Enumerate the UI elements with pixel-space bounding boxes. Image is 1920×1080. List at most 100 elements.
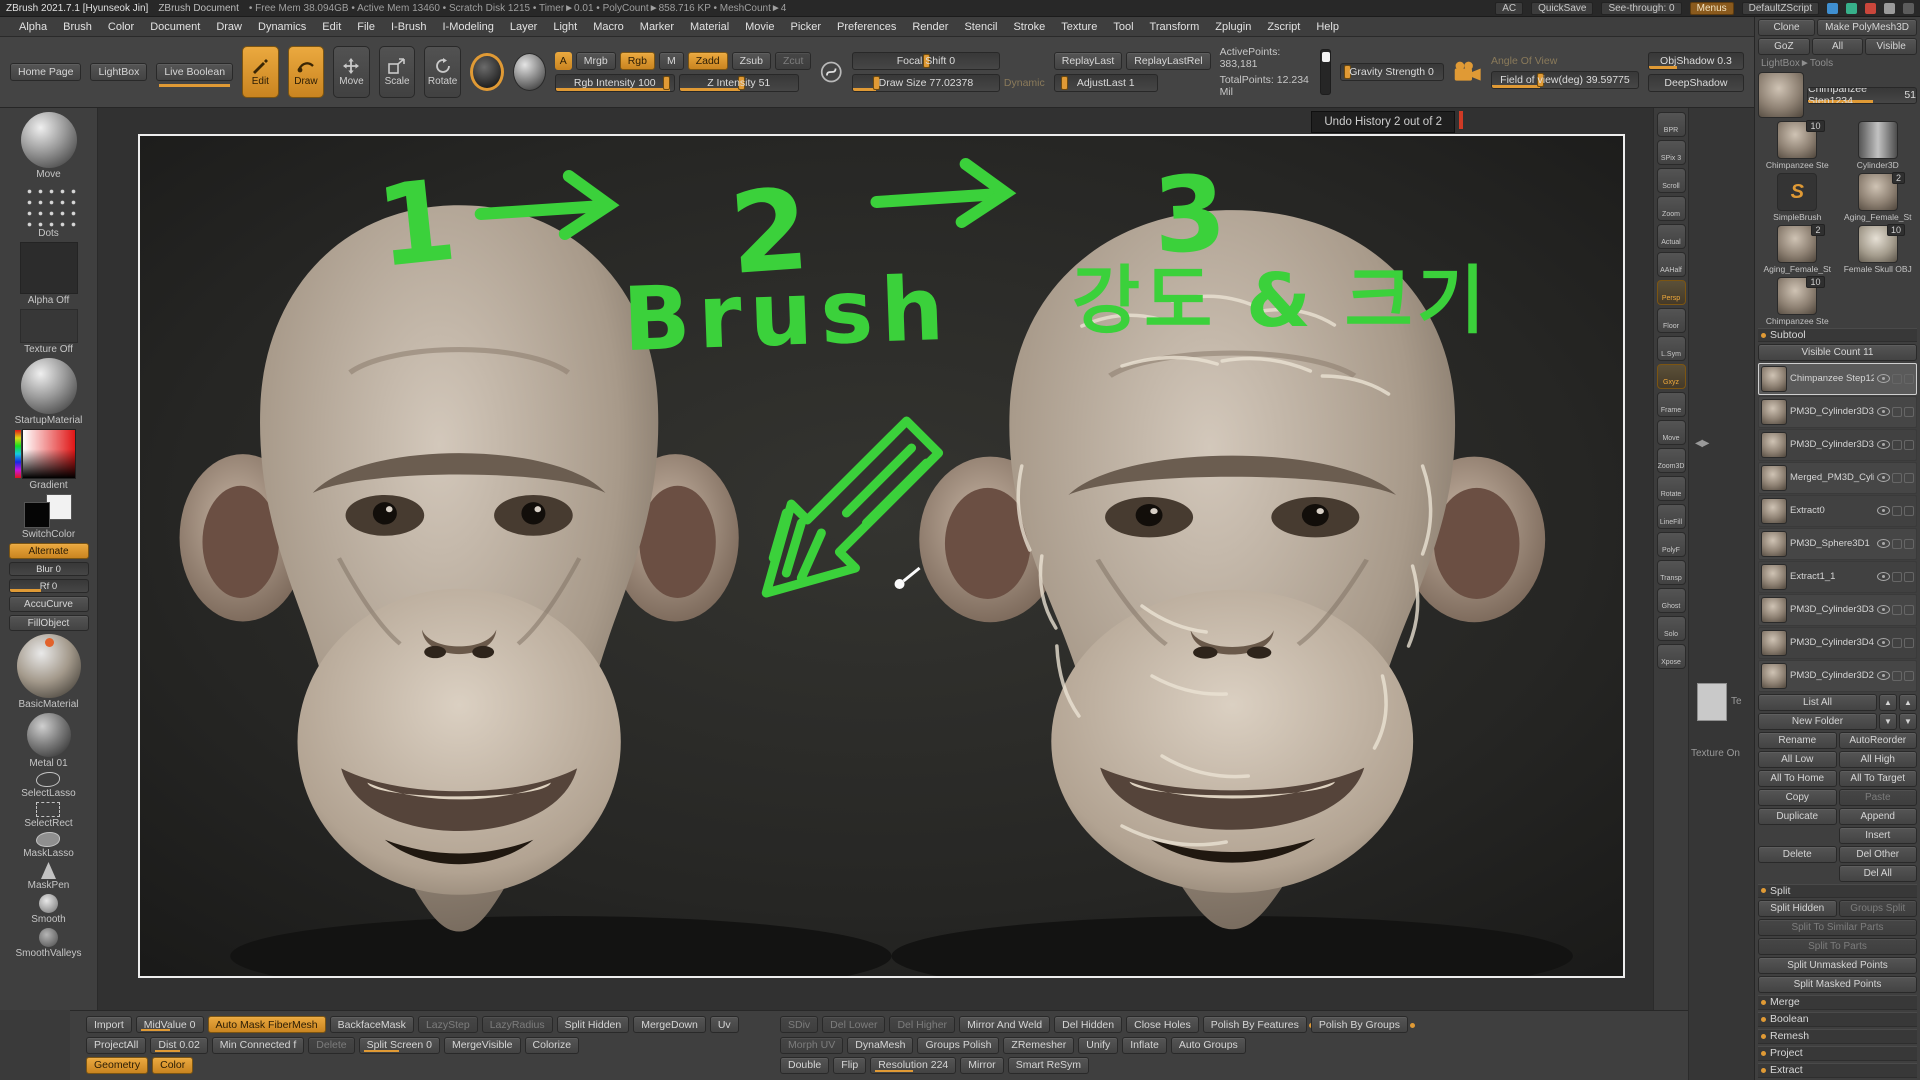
sculpt-icon[interactable] [1904,572,1914,582]
menu-item[interactable]: Draw [209,21,249,33]
right-shelf-button[interactable]: SPix 3 [1657,140,1686,165]
right-shelf-button[interactable]: Move [1657,420,1686,445]
make-polymesh3d-button[interactable]: Make PolyMesh3D [1817,19,1917,36]
menu-item[interactable]: Dynamics [251,21,313,33]
right-shelf-button[interactable]: Zoom [1657,196,1686,221]
subtool-row[interactable]: Chimpanzee Step1234 [1758,363,1917,395]
list-all-button[interactable]: List All [1758,694,1877,711]
subtool-row[interactable]: Merged_PM3D_Cylinder3D5 [1758,462,1917,494]
sculpt-icon[interactable] [1904,638,1914,648]
select-lasso-tool[interactable]: SelectLasso [21,772,75,799]
default-zscript-button[interactable]: DefaultZScript [1742,2,1819,15]
tray-button[interactable]: Smart ReSym [1008,1057,1089,1074]
z-intensity-slider[interactable]: Z Intensity 51 [679,74,799,92]
paint-icon[interactable] [1892,440,1902,450]
right-shelf-button[interactable]: Gxyz [1657,364,1686,389]
texture-thumbnail[interactable]: Texture Off [20,309,78,355]
menu-item[interactable]: Zplugin [1208,21,1258,33]
subpalette-tab[interactable]: Color [152,1057,193,1074]
subtool-down-bottom-button[interactable]: ▼ [1899,713,1917,730]
goz-visible-button[interactable]: Visible [1865,38,1917,55]
deep-shadow-slider[interactable]: DeepShadow [1648,74,1744,92]
sculpt-icon[interactable] [1904,506,1914,516]
smooth-valleys-tool[interactable]: SmoothValleys [16,928,82,959]
paint-icon[interactable] [1892,671,1902,681]
tray-button[interactable]: ProjectAll [86,1037,146,1054]
m-button[interactable]: M [659,52,684,70]
rgb-button[interactable]: Rgb [620,52,655,70]
floating-texture-thumb[interactable] [1697,683,1727,721]
mrgb-button[interactable]: Mrgb [576,52,616,70]
subtool-row[interactable]: PM3D_Cylinder3D2 [1758,660,1917,692]
tray-button[interactable]: Flip [833,1057,866,1074]
paint-icon[interactable] [1892,374,1902,384]
subtool-row[interactable]: PM3D_Cylinder3D3_2 [1758,429,1917,461]
eye-icon[interactable] [1877,506,1890,515]
tray-button[interactable]: Split Screen 0 [359,1037,440,1054]
right-shelf-button[interactable]: Xpose [1657,644,1686,669]
recent-tool-item[interactable]: 2 Aging_Female_St [1839,172,1918,222]
zcut-button[interactable]: Zcut [775,52,811,70]
tray-button[interactable]: Del Hidden [1054,1016,1122,1033]
accucurve-button[interactable]: AccuCurve [9,596,89,612]
window-icon[interactable] [1903,3,1914,14]
metal-material-thumbnail[interactable]: Metal 01 [27,713,71,769]
move-tool-thumbnail[interactable]: Move [21,112,77,180]
menu-item[interactable]: Tool [1106,21,1140,33]
tray-button[interactable]: Auto Groups [1171,1037,1246,1054]
tray-button[interactable]: Resolution 224 [870,1057,956,1074]
tray-button[interactable]: Close Holes [1126,1016,1199,1033]
menu-item[interactable]: Picker [783,21,828,33]
tray-button[interactable]: Morph UV [780,1037,843,1054]
document-canvas[interactable]: 1 2 3 Brush 강도 & 크기 [138,134,1625,978]
subtool-action-button[interactable]: Del All [1839,865,1918,882]
rgb-intensity-slider[interactable]: Rgb Intensity 100 [555,74,675,92]
basic-material-thumbnail[interactable]: BasicMaterial [17,634,81,710]
menu-item[interactable]: Alpha [12,21,54,33]
right-shelf-button[interactable]: Floor [1657,308,1686,333]
tray-button[interactable]: Import [86,1016,132,1033]
eye-icon[interactable] [1877,374,1890,383]
subtool-action-button[interactable]: Paste [1839,789,1918,806]
grid-icon[interactable] [1884,3,1895,14]
paint-icon[interactable] [1892,506,1902,516]
visible-count-button[interactable]: Visible Count 11 [1758,344,1917,360]
split-action-button[interactable]: Split To Parts [1758,938,1917,955]
subtool-action-button[interactable]: Append [1839,808,1918,825]
paint-icon[interactable] [1892,539,1902,549]
sculpt-icon[interactable] [1904,374,1914,384]
adjust-last-slider[interactable]: AdjustLast 1 [1054,74,1158,92]
menu-item[interactable]: Color [101,21,141,33]
current-tool-thumbnail[interactable] [1758,72,1804,118]
menu-item[interactable]: Texture [1054,21,1104,33]
alpha-thumbnail[interactable]: Alpha Off [20,242,78,306]
draw-button[interactable]: Draw [288,46,325,98]
menu-item[interactable]: Material [683,21,736,33]
rf-slider[interactable]: Rf 0 [9,579,89,593]
subtool-action-button[interactable]: Rename [1758,732,1837,749]
dynamic-label[interactable]: Dynamic [1004,77,1045,89]
palette-icon[interactable] [1827,3,1838,14]
recent-tool-item[interactable]: 10 Chimpanzee Ste [1758,120,1837,170]
split-action-button[interactable]: Split To Similar Parts [1758,919,1917,936]
right-shelf-button[interactable]: Frame [1657,392,1686,417]
menu-item[interactable]: Stencil [957,21,1004,33]
scale-button[interactable]: Scale [379,46,416,98]
eye-icon[interactable] [1877,605,1890,614]
tray-button[interactable]: MergeDown [633,1016,706,1033]
right-shelf-button[interactable]: Scroll [1657,168,1686,193]
split-header[interactable]: Split [1758,884,1917,898]
current-brush-icon[interactable] [470,53,504,91]
eye-icon[interactable] [1877,572,1890,581]
tray-button[interactable]: Polish By Features [1203,1016,1307,1033]
subtool-action-button[interactable]: AutoReorder [1839,732,1918,749]
zadd-button[interactable]: Zadd [688,52,728,70]
tray-button[interactable]: Inflate [1122,1037,1167,1054]
tray-button[interactable]: Min Connected f [212,1037,304,1054]
menu-item[interactable]: Edit [315,21,348,33]
right-shelf-button[interactable]: BPR [1657,112,1686,137]
tray-button[interactable]: SDiv [780,1016,818,1033]
a-chip[interactable]: A [555,52,572,70]
subpalette-header[interactable]: Merge [1758,995,1917,1010]
subtool-row[interactable]: PM3D_Cylinder3D3_1 [1758,396,1917,428]
